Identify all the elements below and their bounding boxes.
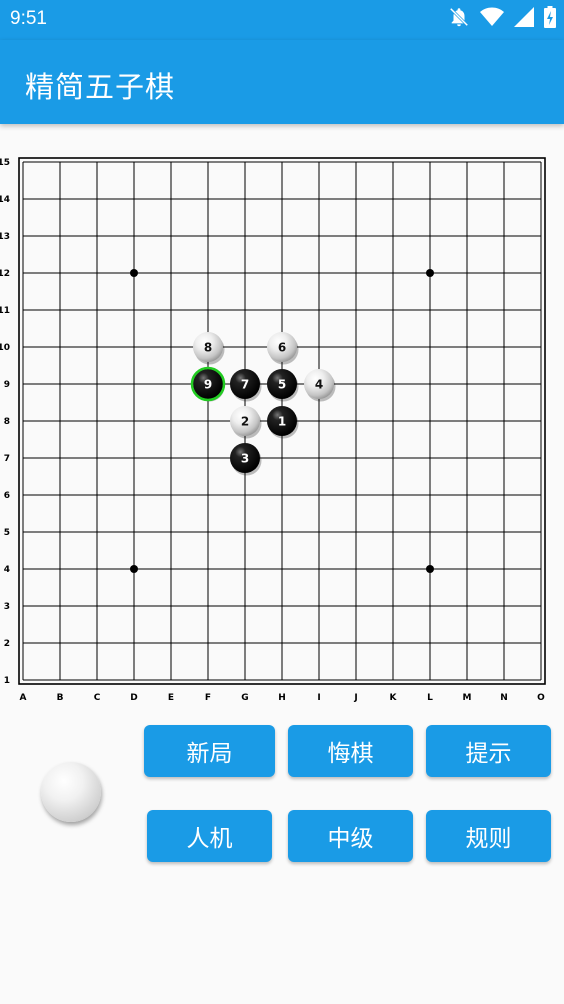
current-turn-stone	[41, 762, 101, 822]
row-label: 6	[4, 491, 10, 501]
row-label: 4	[4, 565, 10, 575]
column-label: B	[57, 693, 64, 703]
column-label: F	[205, 693, 211, 703]
app-title: 精简五子棋	[25, 70, 176, 104]
move-number: 9	[204, 378, 212, 392]
column-label: J	[353, 693, 357, 703]
column-label: N	[500, 693, 508, 703]
row-label: 1	[4, 676, 10, 686]
move-number: 8	[204, 341, 212, 355]
move-number: 3	[241, 452, 249, 466]
rules-button[interactable]: 规则	[426, 810, 551, 862]
column-label: C	[94, 693, 101, 703]
column-label: A	[20, 693, 27, 703]
column-label: L	[427, 693, 433, 703]
column-label: K	[390, 693, 398, 703]
move-number: 2	[241, 415, 249, 429]
star-point	[130, 269, 138, 277]
column-label: D	[130, 693, 137, 703]
column-label: I	[317, 693, 320, 703]
move-number: 1	[278, 415, 286, 429]
row-label: 14	[0, 195, 10, 205]
status-time: 9:51	[10, 8, 47, 29]
status-bar: 9:51	[0, 0, 564, 40]
row-label: 12	[0, 269, 10, 279]
column-label: M	[463, 693, 472, 703]
star-point	[426, 269, 434, 277]
signal-icon	[514, 7, 534, 31]
row-label: 8	[4, 417, 10, 427]
wifi-icon	[480, 7, 504, 31]
row-label: 2	[4, 639, 10, 649]
move-number: 4	[315, 378, 323, 392]
new-game-button[interactable]: 新局	[144, 725, 275, 777]
undo-button[interactable]: 悔棋	[288, 725, 413, 777]
notifications-off-icon	[448, 6, 470, 32]
vs-ai-button[interactable]: 人机	[147, 810, 272, 862]
move-number: 6	[278, 341, 286, 355]
hint-button[interactable]: 提示	[426, 725, 551, 777]
column-label: O	[537, 693, 545, 703]
column-label: G	[241, 693, 248, 703]
status-icons	[448, 6, 556, 32]
level-button[interactable]: 中级	[288, 810, 413, 862]
move-number: 5	[278, 378, 286, 392]
app-bar: 精简五子棋	[0, 40, 564, 124]
row-label: 15	[0, 158, 10, 168]
row-label: 5	[4, 528, 10, 538]
row-label: 7	[4, 454, 10, 464]
row-label: 9	[4, 380, 10, 390]
column-label: H	[278, 693, 286, 703]
row-label: 3	[4, 602, 10, 612]
battery-charging-icon	[544, 6, 556, 32]
row-label: 13	[0, 232, 10, 242]
star-point	[130, 565, 138, 573]
row-label: 11	[0, 306, 10, 316]
column-label: E	[168, 693, 174, 703]
gomoku-board[interactable]: 123456789101112131415A B C D E F G H I J K L M N O1234…	[0, 150, 564, 705]
star-point	[426, 565, 434, 573]
row-label: 10	[0, 343, 10, 353]
move-number: 7	[241, 378, 249, 392]
